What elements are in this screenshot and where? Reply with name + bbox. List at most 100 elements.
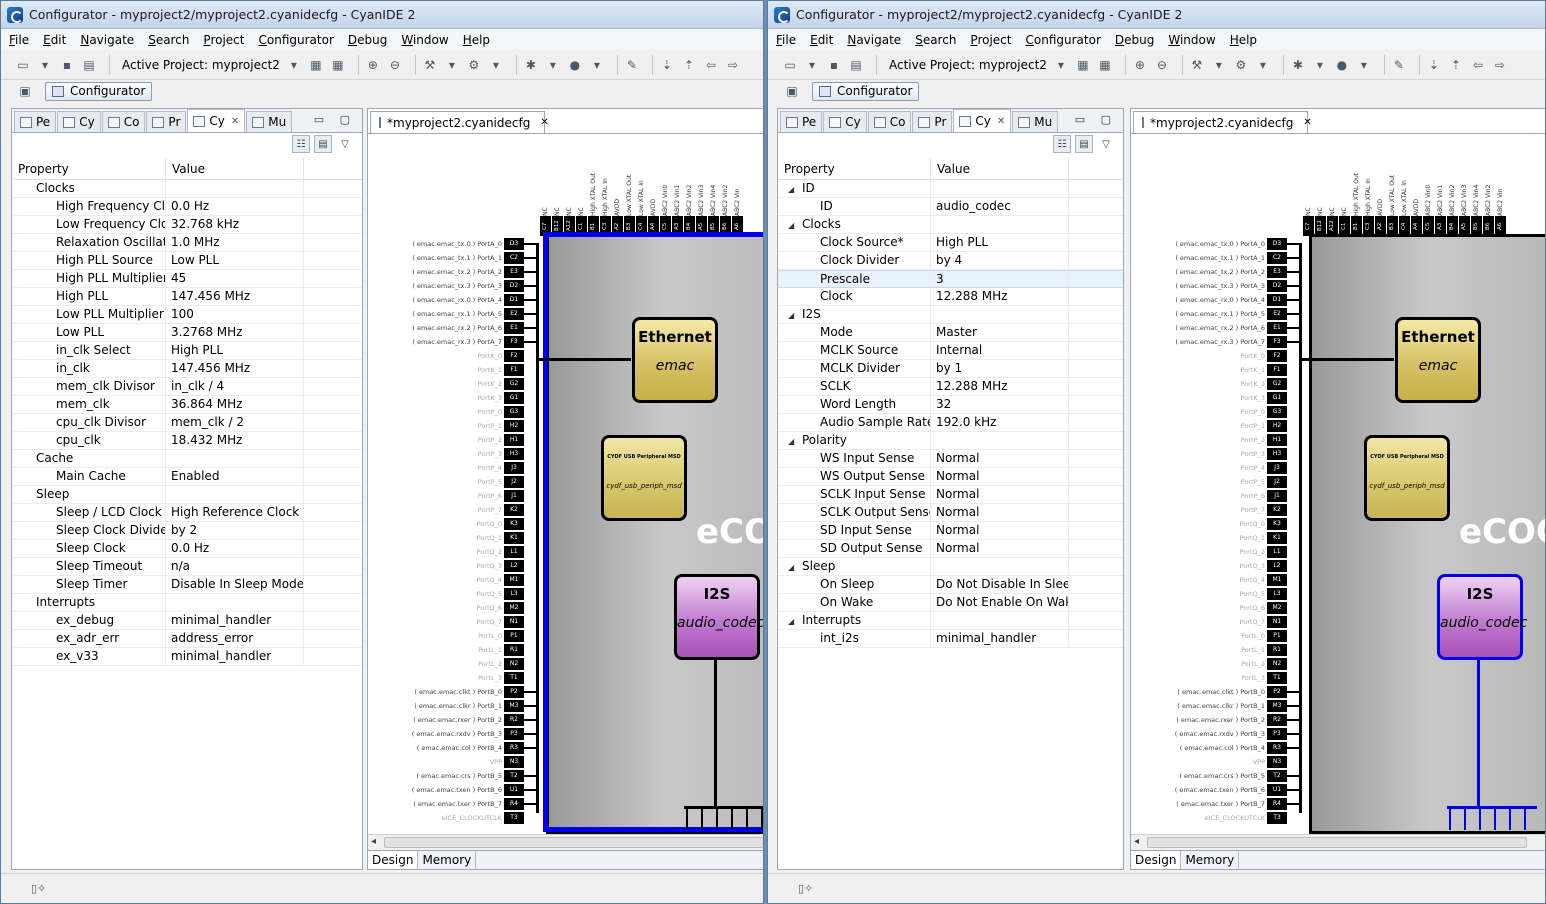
property-value[interactable]: n/a xyxy=(166,558,304,575)
top-pin[interactable]: ABC2 Vin4 B5 xyxy=(707,158,719,236)
top-pin[interactable]: NC B12 xyxy=(551,158,563,236)
scrollbar-thumb[interactable] xyxy=(384,837,763,848)
title-bar[interactable]: Configurator - myproject2/myproject2.cya… xyxy=(1,1,763,29)
editor-tab[interactable]: *myproject2.cyanidecfg ✕ xyxy=(1133,111,1312,133)
property-row[interactable]: in_clk 147.456 MHz xyxy=(12,360,362,378)
category-row[interactable]: ◢ Interrupts xyxy=(778,612,1123,630)
scrollbar-thumb[interactable] xyxy=(1147,837,1527,848)
property-value[interactable]: 3.2768 MHz xyxy=(166,324,304,341)
property-row[interactable]: Sleep / LCD Clock SoHigh Reference Clock xyxy=(12,504,362,522)
property-row[interactable]: Main Cache Enabled xyxy=(12,468,362,486)
property-row[interactable]: cpu_clk Divisor mem_clk / 2 xyxy=(12,414,362,432)
property-value[interactable]: by 1 xyxy=(931,360,1069,377)
tab-design[interactable]: Design xyxy=(368,851,419,869)
build-dropdown-icon[interactable]: ▾ xyxy=(1211,57,1227,73)
usb-msd-block[interactable]: CYDF USB Peripheral MSD cydf_usb_periph_m… xyxy=(601,435,687,521)
property-value[interactable]: minimal_handler xyxy=(931,630,1069,647)
i2s-block[interactable]: I2S audio_codec xyxy=(1437,574,1527,660)
left-pin[interactable]: PortK_1 F1 xyxy=(1131,363,1287,377)
left-pin[interactable]: PortL_0 P1 xyxy=(1131,629,1287,643)
category-row[interactable]: Cache xyxy=(12,450,362,468)
expand-triangle-icon[interactable]: ◢ xyxy=(788,307,802,323)
menu-file[interactable]: File xyxy=(9,33,29,47)
property-row[interactable]: MCLK Source Internal xyxy=(778,342,1123,360)
property-row[interactable]: Low PLL 3.2768 MHz xyxy=(12,324,362,342)
property-value[interactable]: Normal xyxy=(931,522,1069,539)
left-pin[interactable]: ( emac.emac_rx.0 ) PortA_4 D1 xyxy=(1131,293,1287,307)
top-pin[interactable]: ABC2 Vin1 A3 xyxy=(671,158,683,236)
top-pin[interactable]: ABC2 Vin1 A3 xyxy=(1434,158,1446,236)
show-advanced-icon[interactable]: ▤ xyxy=(314,135,332,153)
property-value[interactable]: Low PLL xyxy=(166,252,304,269)
property-value[interactable]: 147.456 MHz xyxy=(166,360,304,377)
left-pin[interactable]: PortQ_3 L2 xyxy=(368,559,524,573)
left-pin[interactable]: ( emac.emac.crs ) PortB_5 T2 xyxy=(368,769,524,783)
minimize-maximize-icon[interactable]: ▭ ▢ xyxy=(1075,113,1117,126)
left-pin[interactable]: ( emac.emac_rx.3 ) PortA_7 F3 xyxy=(1131,335,1287,349)
left-pin[interactable]: PortQ_2 L1 xyxy=(368,545,524,559)
menu-debug[interactable]: Debug xyxy=(348,33,387,47)
left-pin[interactable]: PortQ_6 M2 xyxy=(1131,601,1287,615)
expand-triangle-icon[interactable]: ◢ xyxy=(788,433,802,449)
left-pin[interactable]: ( emac.emac_tx.2 ) PortA_2 E3 xyxy=(368,265,524,279)
left-pin[interactable]: PortQ_0 K3 xyxy=(368,517,524,531)
close-icon[interactable]: ✕ xyxy=(540,117,548,128)
settings-dropdown-icon[interactable]: ▾ xyxy=(488,57,504,73)
property-value[interactable]: by 2 xyxy=(166,522,304,539)
value-column-header[interactable]: Value xyxy=(166,158,304,179)
property-row[interactable]: Prescale 3 xyxy=(778,270,1123,288)
left-pin[interactable]: ( emac.emac_tx.2 ) PortA_2 E3 xyxy=(1131,265,1287,279)
left-pin[interactable]: PortK_2 G2 xyxy=(368,377,524,391)
menu-search[interactable]: Search xyxy=(915,33,956,47)
back-icon[interactable]: ⇦ xyxy=(1470,57,1486,73)
property-row[interactable]: High PLL 147.456 MHz xyxy=(12,288,362,306)
forward-icon[interactable]: ⇨ xyxy=(1492,57,1508,73)
category-row[interactable]: ◢ Polarity xyxy=(778,432,1123,450)
menu-configurator[interactable]: Configurator xyxy=(258,33,333,47)
view-tab[interactable]: Cy xyxy=(57,111,101,132)
top-pin[interactable]: Low XTAL Out B3 xyxy=(1386,158,1398,236)
property-row[interactable]: Word Length 32 xyxy=(778,396,1123,414)
run-icon[interactable]: ● xyxy=(567,57,583,73)
property-value[interactable]: minimal_handler xyxy=(166,612,304,629)
property-value[interactable]: in_clk / 4 xyxy=(166,378,304,395)
grid-icon[interactable]: ▦ xyxy=(308,57,324,73)
ethernet-block[interactable]: Ethernet emac xyxy=(632,317,718,403)
view-tab[interactable]: Co xyxy=(867,111,912,132)
top-pin[interactable]: High XTAL In C3 xyxy=(599,158,611,236)
menu-edit[interactable]: Edit xyxy=(810,33,833,47)
left-pin[interactable]: ( emac.emac_rx.1 ) PortA_5 E2 xyxy=(1131,307,1287,321)
left-pin[interactable]: PortP_0 G3 xyxy=(368,405,524,419)
left-pin[interactable]: PortQ_7 N1 xyxy=(368,615,524,629)
left-pin[interactable]: ( emac.emac_rx.3 ) PortA_7 F3 xyxy=(368,335,524,349)
left-pin[interactable]: PortL_2 N2 xyxy=(1131,657,1287,671)
property-row[interactable]: High PLL Multiplier 45 xyxy=(12,270,362,288)
close-icon[interactable]: ✕ xyxy=(231,116,239,127)
property-row[interactable]: High PLL Source Low PLL xyxy=(12,252,362,270)
left-pin[interactable]: ( emac.emac.crs ) PortB_5 T2 xyxy=(1131,769,1287,783)
ethernet-block[interactable]: Ethernet emac xyxy=(1395,317,1481,403)
property-value[interactable]: Normal xyxy=(931,450,1069,467)
property-row[interactable]: ID audio_codec xyxy=(778,198,1123,216)
project-dropdown-icon[interactable]: ▾ xyxy=(1053,57,1069,73)
property-row[interactable]: Clock Source* High PLL xyxy=(778,234,1123,252)
editor-tab[interactable]: *myproject2.cyanidecfg ✕ xyxy=(370,111,549,133)
left-pin[interactable]: VPP N3 xyxy=(368,755,524,769)
property-value[interactable]: Disable In Sleep Mode xyxy=(166,576,304,593)
view-tab[interactable]: Mu xyxy=(246,111,293,132)
category-row[interactable]: ◢ Sleep xyxy=(778,558,1123,576)
left-pin[interactable]: PortQ_5 L3 xyxy=(1131,587,1287,601)
left-pin[interactable]: PortQ_2 L1 xyxy=(1131,545,1287,559)
top-pin[interactable]: High XTAL Out B1 xyxy=(1350,158,1362,236)
left-pin[interactable]: ( emac.emac.col ) PortB_4 R3 xyxy=(368,741,524,755)
property-row[interactable]: SCLK Output Sense Normal xyxy=(778,504,1123,522)
property-row[interactable]: SD Output Sense Normal xyxy=(778,540,1123,558)
menu-navigate[interactable]: Navigate xyxy=(847,33,901,47)
build-icon[interactable]: ⚒ xyxy=(422,57,438,73)
print-icon[interactable]: ▤ xyxy=(81,57,97,73)
left-pin[interactable]: PortP_2 H1 xyxy=(1131,433,1287,447)
property-value[interactable]: Normal xyxy=(931,504,1069,521)
property-value[interactable]: High PLL xyxy=(166,342,304,359)
property-row[interactable]: Relaxation Oscillator1.0 MHz xyxy=(12,234,362,252)
view-tab[interactable]: Pr xyxy=(146,111,187,132)
